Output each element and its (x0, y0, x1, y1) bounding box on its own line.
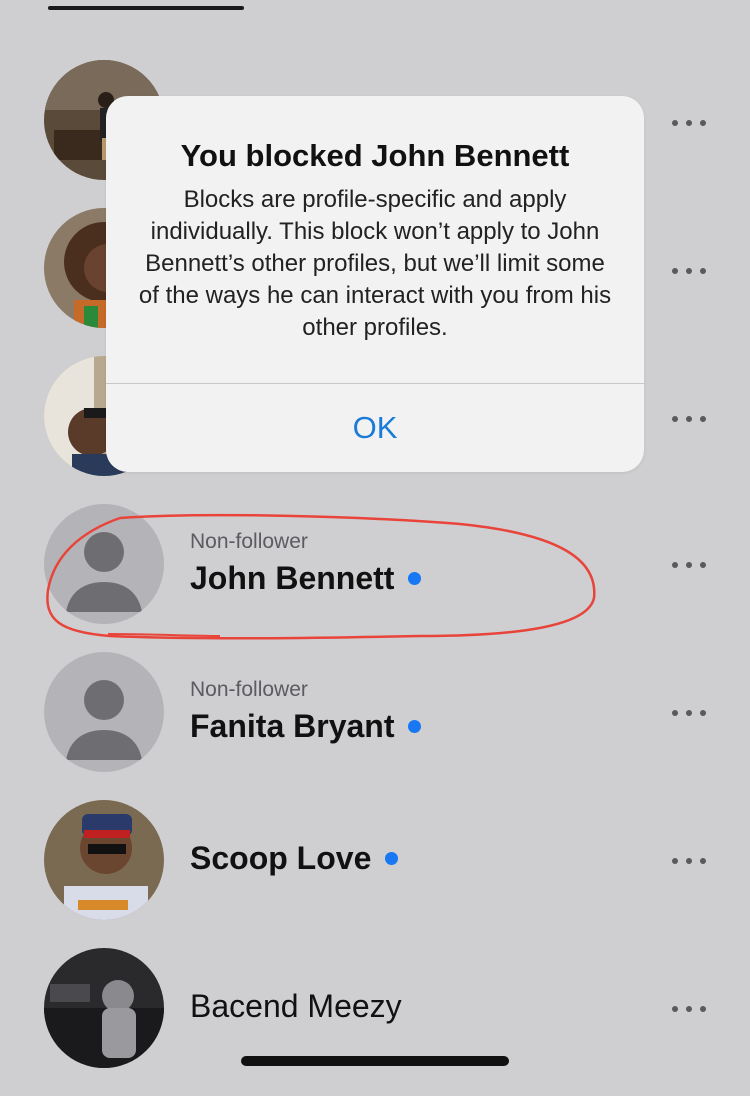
unread-dot (408, 572, 422, 585)
default-person-icon (66, 680, 142, 760)
list-item[interactable]: Non-follower Fanita Bryant (0, 652, 750, 800)
default-person-icon (66, 532, 142, 612)
row-subtitle: Non-follower (190, 678, 308, 701)
row-name: Scoop Love (190, 840, 372, 876)
avatar (44, 504, 164, 624)
row-name-wrap: Bacend Meezy (190, 988, 402, 1025)
ok-button[interactable]: OK (106, 384, 644, 472)
dialog-message: Blocks are profile-specific and apply in… (138, 186, 612, 341)
more-horizontal-icon[interactable] (672, 414, 706, 424)
avatar (44, 800, 164, 920)
row-name: Fanita Bryant (190, 708, 395, 744)
unread-dot (385, 852, 399, 865)
more-horizontal-icon[interactable] (672, 118, 706, 128)
list-item[interactable]: Bacend Meezy (0, 948, 750, 1096)
row-name-wrap: Fanita Bryant (190, 708, 422, 745)
home-indicator[interactable] (241, 1056, 509, 1066)
row-name: Bacend Meezy (190, 988, 402, 1024)
row-name-wrap: John Bennett (190, 560, 422, 597)
row-name-wrap: Scoop Love (190, 840, 399, 877)
list-item[interactable]: Non-follower John Bennett (0, 504, 750, 652)
more-horizontal-icon[interactable] (672, 560, 706, 570)
list-item[interactable]: Scoop Love (0, 800, 750, 948)
more-horizontal-icon[interactable] (672, 1004, 706, 1014)
row-name: John Bennett (190, 560, 395, 596)
unread-dot (408, 720, 422, 733)
more-horizontal-icon[interactable] (672, 266, 706, 276)
dialog-title: You blocked John Bennett (180, 138, 570, 173)
avatar (44, 948, 164, 1068)
more-horizontal-icon[interactable] (672, 708, 706, 718)
row-subtitle: Non-follower (190, 530, 308, 553)
blocked-alert-dialog: You blocked John Bennett Blocks are prof… (106, 96, 644, 472)
avatar (44, 652, 164, 772)
more-horizontal-icon[interactable] (672, 856, 706, 866)
